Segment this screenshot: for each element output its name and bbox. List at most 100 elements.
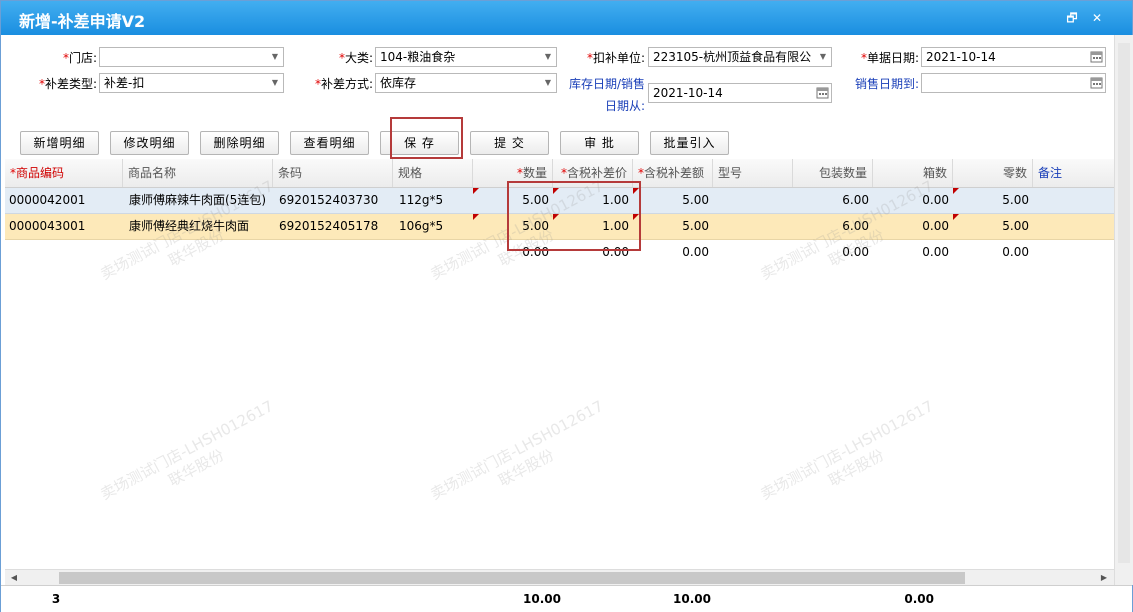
watermark: 卖场测试门店-LHSH012617 联华股份 <box>757 396 937 504</box>
cell-pack-qty: 6.00 <box>842 193 869 207</box>
chevron-down-icon: ▼ <box>544 78 552 87</box>
amount-total: 10.00 <box>673 592 711 606</box>
cell-model <box>713 188 793 213</box>
diff-type-label: *补差类型: <box>38 77 97 91</box>
submit-button[interactable]: 提 交 <box>470 131 549 155</box>
window-title: 新增-补差申请V2 <box>19 12 146 31</box>
header-model[interactable]: 型号 <box>713 159 793 187</box>
vertical-scroll-thumb[interactable] <box>1118 43 1130 563</box>
cell-model <box>713 214 793 239</box>
diff-method-select[interactable]: 依库存 ▼ <box>375 73 557 93</box>
edit-detail-button[interactable]: 修改明细 <box>110 131 189 155</box>
detail-grid: *商品编码 商品名称 条码 规格 *数量 *含税补差价 *含税补差额 型号 包装… <box>5 159 1114 569</box>
cell-boxes: 0.00 <box>922 245 949 259</box>
chevron-down-icon: ▼ <box>271 52 279 61</box>
dialog-window: 新增-补差申请V2 🗗 ✕ *门店: ▼ *大类: 104-粮油食杂 ▼ *扣补… <box>0 0 1133 612</box>
cell-qty[interactable]: 0.00 <box>473 240 553 265</box>
stock-date-input[interactable]: 2021-10-14 <box>648 83 832 103</box>
scroll-right-icon[interactable]: ▶ <box>1097 570 1111 586</box>
restore-icon[interactable]: 🗗 <box>1064 10 1080 26</box>
cell-name: 康师傅麻辣牛肉面(5连包) <box>129 193 266 207</box>
header-amount[interactable]: *含税补差额 <box>633 159 713 187</box>
header-form: *门店: ▼ *大类: 104-粮油食杂 ▼ *扣补单位: 223105-杭州顶… <box>1 35 1132 123</box>
category-label: *大类: <box>338 51 373 65</box>
table-row[interactable]: 0000042001 康师傅麻辣牛肉面(5连包) 6920152403730 1… <box>5 188 1114 214</box>
cell-amount[interactable]: 5.00 <box>633 188 713 213</box>
close-icon[interactable]: ✕ <box>1089 10 1105 26</box>
diff-type-select[interactable]: 补差-扣 ▼ <box>99 73 284 93</box>
cell-price[interactable]: 0.00 <box>553 240 633 265</box>
cell-units[interactable]: 0.00 <box>953 240 1033 265</box>
chevron-down-icon: ▼ <box>271 78 279 87</box>
cell-code: 0000043001 <box>9 219 86 233</box>
header-code[interactable]: *商品编码 <box>5 159 123 187</box>
doc-date-input[interactable]: 2021-10-14 <box>921 47 1106 67</box>
cell-remark[interactable] <box>1033 188 1114 213</box>
cell-barcode: 6920152403730 <box>279 193 379 207</box>
cell-pack-qty: 0.00 <box>842 245 869 259</box>
scroll-left-icon[interactable]: ◀ <box>7 570 21 586</box>
header-name[interactable]: 商品名称 <box>123 159 273 187</box>
sales-date-to-input[interactable] <box>921 73 1106 93</box>
sales-date-to-label: 销售日期到: <box>854 77 919 91</box>
cell-qty[interactable]: 5.00 <box>473 188 553 213</box>
grid-header: *商品编码 商品名称 条码 规格 *数量 *含税补差价 *含税补差额 型号 包装… <box>5 159 1114 188</box>
deduct-unit-select[interactable]: 223105-杭州顶益食品有限公 ▼ <box>648 47 832 67</box>
summary-footer: 3 10.00 10.00 0.00 <box>1 585 1132 612</box>
save-button[interactable]: 保 存 <box>380 131 459 155</box>
cell-price[interactable]: 1.00 <box>553 214 633 239</box>
header-boxes[interactable]: 箱数 <box>873 159 953 187</box>
cell-boxes: 0.00 <box>922 219 949 233</box>
header-qty[interactable]: *数量 <box>473 159 553 187</box>
delete-detail-button[interactable]: 删除明细 <box>200 131 279 155</box>
doc-date-label: *单据日期: <box>860 51 919 65</box>
cell-amount[interactable]: 5.00 <box>633 214 713 239</box>
diff-method-label: *补差方式: <box>314 77 373 91</box>
header-spec[interactable]: 规格 <box>393 159 473 187</box>
approve-button[interactable]: 审 批 <box>560 131 639 155</box>
store-label: *门店: <box>62 51 97 65</box>
stock-date-label-2: 日期从: <box>604 99 645 113</box>
cell-amount[interactable]: 0.00 <box>633 240 713 265</box>
cell-name: 康师傅经典红烧牛肉面 <box>129 219 250 233</box>
qty-total: 10.00 <box>523 592 561 606</box>
cell-boxes: 0.00 <box>922 193 949 207</box>
calendar-icon[interactable] <box>816 86 829 99</box>
cell-spec: 112g*5 <box>399 193 444 207</box>
header-price[interactable]: *含税补差价 <box>553 159 633 187</box>
horizontal-scrollbar[interactable]: ◀ ▶ <box>5 569 1114 586</box>
header-pack-qty[interactable]: 包装数量 <box>793 159 873 187</box>
table-row[interactable]: 0000043001 康师傅经典红烧牛肉面 6920152405178 106g… <box>5 214 1114 240</box>
row-count: 3 <box>51 592 61 606</box>
header-units[interactable]: 零数 <box>953 159 1033 187</box>
toolbar: 新增明细 修改明细 删除明细 查看明细 保 存 提 交 审 批 批量引入 <box>1 129 1132 157</box>
calendar-icon[interactable] <box>1090 50 1103 63</box>
calendar-icon[interactable] <box>1090 76 1103 89</box>
cell-pack-qty: 6.00 <box>842 219 869 233</box>
cell-remark[interactable] <box>1033 214 1114 239</box>
cell-barcode: 6920152405178 <box>279 219 379 233</box>
header-remark[interactable]: 备注 <box>1033 159 1114 187</box>
cell-price[interactable]: 1.00 <box>553 188 633 213</box>
deduct-unit-label: *扣补单位: <box>586 51 645 65</box>
view-detail-button[interactable]: 查看明细 <box>290 131 369 155</box>
cell-units[interactable]: 5.00 <box>953 214 1033 239</box>
store-select[interactable]: ▼ <box>99 47 284 67</box>
title-bar[interactable]: 新增-补差申请V2 🗗 ✕ <box>1 1 1132 35</box>
horizontal-scroll-thumb[interactable] <box>59 572 965 584</box>
cell-code: 0000042001 <box>9 193 86 207</box>
chevron-down-icon: ▼ <box>819 52 827 61</box>
watermark: 卖场测试门店-LHSH012617 联华股份 <box>97 396 277 504</box>
batch-import-button[interactable]: 批量引入 <box>650 131 729 155</box>
chevron-down-icon: ▼ <box>544 52 552 61</box>
cell-units[interactable]: 5.00 <box>953 188 1033 213</box>
table-row[interactable]: 0.00 0.00 0.00 0.00 0.00 0.00 <box>5 240 1114 265</box>
add-detail-button[interactable]: 新增明细 <box>20 131 99 155</box>
cell-spec: 106g*5 <box>399 219 444 233</box>
vertical-scrollbar[interactable] <box>1114 35 1133 585</box>
cell-qty[interactable]: 5.00 <box>473 214 553 239</box>
category-select[interactable]: 104-粮油食杂 ▼ <box>375 47 557 67</box>
boxes-total: 0.00 <box>904 592 934 606</box>
stock-date-label: 库存日期/销售 <box>568 77 645 91</box>
header-barcode[interactable]: 条码 <box>273 159 393 187</box>
